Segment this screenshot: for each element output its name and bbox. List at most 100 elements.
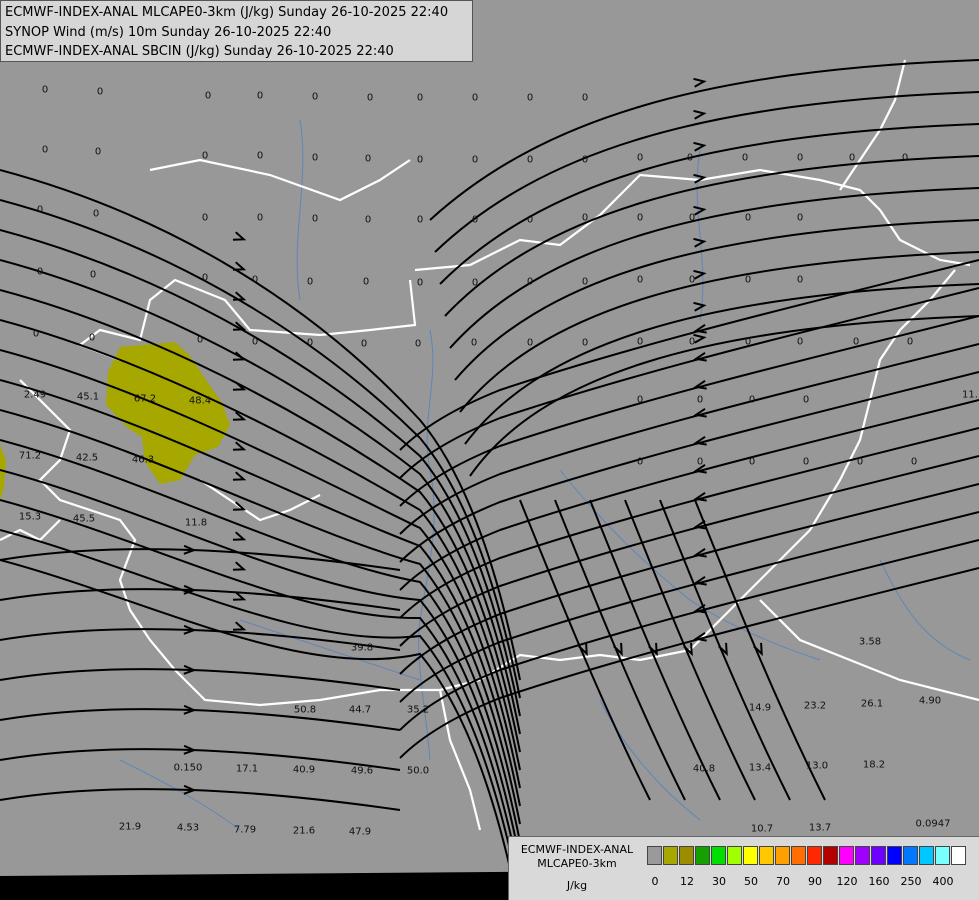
legend-swatch	[839, 846, 854, 865]
map-header: ECMWF-INDEX-ANAL MLCAPE0-3km (J/kg) Sund…	[0, 0, 473, 62]
color-legend: ECMWF-INDEX-ANAL MLCAPE0-3km J/kg 0 12 30 5…	[508, 836, 979, 900]
value-label: 11.	[962, 389, 978, 401]
value-label: 0	[526, 214, 534, 226]
value-label: 0	[311, 213, 319, 225]
value-label: 0	[741, 152, 749, 164]
legend-swatch	[759, 846, 774, 865]
legend-swatch	[935, 846, 950, 865]
value-label: 48.4	[188, 395, 212, 407]
value-label: 35.2	[406, 704, 430, 716]
value-label: 0	[688, 336, 696, 348]
value-label: 0	[686, 152, 694, 164]
header-line-cape: ECMWF-INDEX-ANAL MLCAPE0-3km (J/kg) Sund…	[5, 5, 449, 20]
value-label: 45.5	[72, 513, 96, 525]
value-label: 0	[416, 92, 424, 104]
legend-swatch	[727, 846, 742, 865]
value-label: 0	[251, 274, 259, 286]
legend-tick: 50	[744, 875, 758, 888]
value-label: 0	[201, 212, 209, 224]
value-label: 21.6	[292, 825, 316, 837]
value-label: 2.49	[23, 389, 47, 401]
value-label: 4.90	[918, 695, 942, 707]
value-label: 3.58	[858, 636, 882, 648]
legend-swatches	[647, 846, 967, 865]
value-label: 0.150	[173, 762, 203, 774]
value-label: 0	[256, 212, 264, 224]
legend-swatch	[695, 846, 710, 865]
value-label: 0	[36, 266, 44, 278]
value-label: 0	[848, 152, 856, 164]
value-label: 0	[581, 337, 589, 349]
value-label: 0	[416, 277, 424, 289]
value-label: 0	[636, 336, 644, 348]
value-label: 40.8	[692, 763, 716, 775]
value-label: 0	[311, 152, 319, 164]
value-label: 0	[306, 337, 314, 349]
value-label: 10.7	[750, 823, 774, 835]
legend-tick: 400	[932, 875, 954, 888]
value-label: 0	[360, 338, 368, 350]
legend-swatch	[807, 846, 822, 865]
value-label: 21.9	[118, 821, 142, 833]
legend-swatch	[823, 846, 838, 865]
value-label: 44.7	[348, 704, 372, 716]
value-label: 0	[94, 146, 102, 158]
value-label: 0.0947	[915, 818, 951, 830]
legend-swatch	[775, 846, 790, 865]
legend-swatch	[919, 846, 934, 865]
value-label: 0	[688, 274, 696, 286]
value-label: 0	[92, 208, 100, 220]
value-label: 0	[471, 214, 479, 226]
value-label: 67.2	[133, 393, 157, 405]
value-label: 50.8	[293, 704, 317, 716]
value-label: 0	[906, 336, 914, 348]
value-label: 0	[802, 394, 810, 406]
value-label: 0	[696, 394, 704, 406]
value-label: 0	[196, 334, 204, 346]
value-label: 26.1	[860, 698, 884, 710]
value-label: 49.6	[350, 765, 374, 777]
value-label: 0	[88, 332, 96, 344]
value-label: 0	[856, 456, 864, 468]
value-label: 0	[256, 150, 264, 162]
value-label: 47.9	[348, 826, 372, 838]
value-label: 46.3	[131, 454, 155, 466]
value-label: 0	[311, 91, 319, 103]
legend-swatch	[647, 846, 662, 865]
value-label: 0	[526, 154, 534, 166]
value-label: 0	[471, 92, 479, 104]
value-label: 0	[416, 214, 424, 226]
legend-tick: 30	[712, 875, 726, 888]
legend-swatch	[871, 846, 886, 865]
value-label: 0	[204, 90, 212, 102]
value-label: 0	[744, 274, 752, 286]
legend-swatch	[663, 846, 678, 865]
value-label: 0	[32, 328, 40, 340]
value-label: 0	[96, 86, 104, 98]
legend-title: ECMWF-INDEX-ANAL MLCAPE0-3km	[509, 843, 645, 871]
value-label: 0	[744, 212, 752, 224]
value-label: 50.0	[406, 765, 430, 777]
value-label: 0	[416, 154, 424, 166]
value-label: 0	[688, 212, 696, 224]
value-label: 0	[802, 456, 810, 468]
value-label: 0	[901, 152, 909, 164]
legend-tick: 250	[900, 875, 922, 888]
value-label: 0	[636, 456, 644, 468]
value-label: 0	[89, 269, 97, 281]
value-label: 0	[636, 152, 644, 164]
value-label: 0	[251, 336, 259, 348]
legend-swatch	[951, 846, 966, 865]
legend-tick: 160	[868, 875, 890, 888]
value-label: 0	[470, 337, 478, 349]
value-label: 0	[696, 456, 704, 468]
value-label: 0	[796, 274, 804, 286]
header-line-wind: SYNOP Wind (m/s) 10m Sunday 26-10-2025 2…	[5, 24, 332, 40]
value-label: 14.9	[748, 702, 772, 714]
header-line-cin: ECMWF-INDEX-ANAL SBCIN (J/kg) Sunday 26-…	[5, 44, 394, 59]
value-label: 23.2	[803, 700, 827, 712]
value-label: 7.79	[233, 824, 257, 836]
legend-tick: 70	[776, 875, 790, 888]
value-label: 0	[748, 394, 756, 406]
value-label: 0	[256, 90, 264, 102]
